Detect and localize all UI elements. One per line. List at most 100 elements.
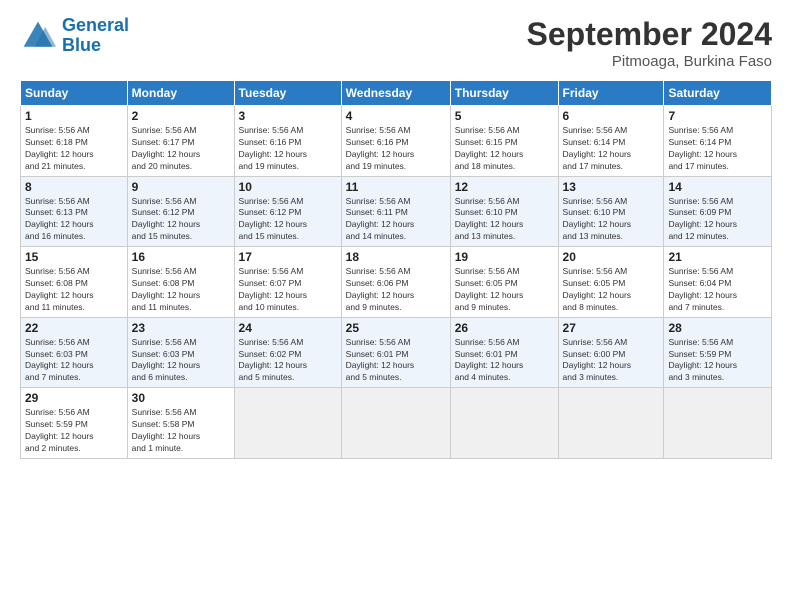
day-number: 13 xyxy=(563,180,660,194)
day-info: Sunrise: 5:56 AM Sunset: 6:02 PM Dayligh… xyxy=(239,337,337,385)
day-number: 21 xyxy=(668,250,767,264)
day-info: Sunrise: 5:56 AM Sunset: 6:03 PM Dayligh… xyxy=(25,337,123,385)
calendar-row: 29 Sunrise: 5:56 AM Sunset: 5:59 PM Dayl… xyxy=(21,388,772,459)
col-tuesday: Tuesday xyxy=(234,81,341,106)
day-info: Sunrise: 5:56 AM Sunset: 6:03 PM Dayligh… xyxy=(132,337,230,385)
table-row: 8 Sunrise: 5:56 AM Sunset: 6:13 PM Dayli… xyxy=(21,176,128,247)
day-number: 27 xyxy=(563,321,660,335)
day-info: Sunrise: 5:56 AM Sunset: 6:00 PM Dayligh… xyxy=(563,337,660,385)
table-row: 16 Sunrise: 5:56 AM Sunset: 6:08 PM Dayl… xyxy=(127,247,234,318)
table-row: 21 Sunrise: 5:56 AM Sunset: 6:04 PM Dayl… xyxy=(664,247,772,318)
day-info: Sunrise: 5:56 AM Sunset: 6:01 PM Dayligh… xyxy=(455,337,554,385)
table-row: 26 Sunrise: 5:56 AM Sunset: 6:01 PM Dayl… xyxy=(450,317,558,388)
day-number: 20 xyxy=(563,250,660,264)
day-info: Sunrise: 5:56 AM Sunset: 6:16 PM Dayligh… xyxy=(239,125,337,173)
table-row: 18 Sunrise: 5:56 AM Sunset: 6:06 PM Dayl… xyxy=(341,247,450,318)
day-number: 7 xyxy=(668,109,767,123)
table-row: 4 Sunrise: 5:56 AM Sunset: 6:16 PM Dayli… xyxy=(341,106,450,177)
table-row: 23 Sunrise: 5:56 AM Sunset: 6:03 PM Dayl… xyxy=(127,317,234,388)
calendar-row: 22 Sunrise: 5:56 AM Sunset: 6:03 PM Dayl… xyxy=(21,317,772,388)
table-row: 1 Sunrise: 5:56 AM Sunset: 6:18 PM Dayli… xyxy=(21,106,128,177)
day-info: Sunrise: 5:56 AM Sunset: 6:12 PM Dayligh… xyxy=(132,196,230,244)
day-number: 8 xyxy=(25,180,123,194)
day-number: 23 xyxy=(132,321,230,335)
calendar-header-row: Sunday Monday Tuesday Wednesday Thursday… xyxy=(21,81,772,106)
day-number: 25 xyxy=(346,321,446,335)
logo-icon xyxy=(20,18,56,54)
day-info: Sunrise: 5:56 AM Sunset: 6:13 PM Dayligh… xyxy=(25,196,123,244)
table-row: 10 Sunrise: 5:56 AM Sunset: 6:12 PM Dayl… xyxy=(234,176,341,247)
col-monday: Monday xyxy=(127,81,234,106)
table-row: 30 Sunrise: 5:56 AM Sunset: 5:58 PM Dayl… xyxy=(127,388,234,459)
table-row xyxy=(341,388,450,459)
table-row: 15 Sunrise: 5:56 AM Sunset: 6:08 PM Dayl… xyxy=(21,247,128,318)
table-row: 9 Sunrise: 5:56 AM Sunset: 6:12 PM Dayli… xyxy=(127,176,234,247)
table-row: 12 Sunrise: 5:56 AM Sunset: 6:10 PM Dayl… xyxy=(450,176,558,247)
day-info: Sunrise: 5:56 AM Sunset: 6:14 PM Dayligh… xyxy=(668,125,767,173)
table-row: 13 Sunrise: 5:56 AM Sunset: 6:10 PM Dayl… xyxy=(558,176,664,247)
table-row: 14 Sunrise: 5:56 AM Sunset: 6:09 PM Dayl… xyxy=(664,176,772,247)
day-info: Sunrise: 5:56 AM Sunset: 6:06 PM Dayligh… xyxy=(346,266,446,314)
day-number: 10 xyxy=(239,180,337,194)
col-sunday: Sunday xyxy=(21,81,128,106)
day-number: 26 xyxy=(455,321,554,335)
day-info: Sunrise: 5:56 AM Sunset: 6:10 PM Dayligh… xyxy=(563,196,660,244)
title-block: September 2024 Pitmoaga, Burkina Faso xyxy=(527,16,772,70)
calendar-row: 1 Sunrise: 5:56 AM Sunset: 6:18 PM Dayli… xyxy=(21,106,772,177)
day-info: Sunrise: 5:56 AM Sunset: 6:04 PM Dayligh… xyxy=(668,266,767,314)
table-row: 2 Sunrise: 5:56 AM Sunset: 6:17 PM Dayli… xyxy=(127,106,234,177)
col-saturday: Saturday xyxy=(664,81,772,106)
day-info: Sunrise: 5:56 AM Sunset: 6:08 PM Dayligh… xyxy=(132,266,230,314)
table-row xyxy=(664,388,772,459)
table-row xyxy=(234,388,341,459)
table-row xyxy=(558,388,664,459)
day-info: Sunrise: 5:56 AM Sunset: 6:16 PM Dayligh… xyxy=(346,125,446,173)
day-info: Sunrise: 5:56 AM Sunset: 6:15 PM Dayligh… xyxy=(455,125,554,173)
table-row: 6 Sunrise: 5:56 AM Sunset: 6:14 PM Dayli… xyxy=(558,106,664,177)
page: General Blue September 2024 Pitmoaga, Bu… xyxy=(0,0,792,612)
table-row: 27 Sunrise: 5:56 AM Sunset: 6:00 PM Dayl… xyxy=(558,317,664,388)
day-info: Sunrise: 5:56 AM Sunset: 5:58 PM Dayligh… xyxy=(132,407,230,455)
logo-text: General Blue xyxy=(62,16,129,56)
day-number: 24 xyxy=(239,321,337,335)
day-number: 18 xyxy=(346,250,446,264)
day-info: Sunrise: 5:56 AM Sunset: 6:11 PM Dayligh… xyxy=(346,196,446,244)
table-row: 29 Sunrise: 5:56 AM Sunset: 5:59 PM Dayl… xyxy=(21,388,128,459)
calendar: Sunday Monday Tuesday Wednesday Thursday… xyxy=(20,80,772,459)
day-number: 9 xyxy=(132,180,230,194)
calendar-row: 8 Sunrise: 5:56 AM Sunset: 6:13 PM Dayli… xyxy=(21,176,772,247)
day-number: 1 xyxy=(25,109,123,123)
table-row xyxy=(450,388,558,459)
day-info: Sunrise: 5:56 AM Sunset: 5:59 PM Dayligh… xyxy=(668,337,767,385)
day-number: 2 xyxy=(132,109,230,123)
day-info: Sunrise: 5:56 AM Sunset: 6:12 PM Dayligh… xyxy=(239,196,337,244)
col-wednesday: Wednesday xyxy=(341,81,450,106)
day-info: Sunrise: 5:56 AM Sunset: 6:05 PM Dayligh… xyxy=(563,266,660,314)
col-thursday: Thursday xyxy=(450,81,558,106)
header: General Blue September 2024 Pitmoaga, Bu… xyxy=(20,16,772,70)
day-info: Sunrise: 5:56 AM Sunset: 6:05 PM Dayligh… xyxy=(455,266,554,314)
table-row: 25 Sunrise: 5:56 AM Sunset: 6:01 PM Dayl… xyxy=(341,317,450,388)
day-info: Sunrise: 5:56 AM Sunset: 6:01 PM Dayligh… xyxy=(346,337,446,385)
day-number: 28 xyxy=(668,321,767,335)
day-number: 11 xyxy=(346,180,446,194)
day-info: Sunrise: 5:56 AM Sunset: 6:08 PM Dayligh… xyxy=(25,266,123,314)
table-row: 17 Sunrise: 5:56 AM Sunset: 6:07 PM Dayl… xyxy=(234,247,341,318)
day-info: Sunrise: 5:56 AM Sunset: 6:14 PM Dayligh… xyxy=(563,125,660,173)
logo-blue: Blue xyxy=(62,35,101,55)
col-friday: Friday xyxy=(558,81,664,106)
table-row: 5 Sunrise: 5:56 AM Sunset: 6:15 PM Dayli… xyxy=(450,106,558,177)
table-row: 19 Sunrise: 5:56 AM Sunset: 6:05 PM Dayl… xyxy=(450,247,558,318)
day-number: 22 xyxy=(25,321,123,335)
month-title: September 2024 xyxy=(527,16,772,53)
day-number: 14 xyxy=(668,180,767,194)
day-info: Sunrise: 5:56 AM Sunset: 6:10 PM Dayligh… xyxy=(455,196,554,244)
day-number: 19 xyxy=(455,250,554,264)
table-row: 20 Sunrise: 5:56 AM Sunset: 6:05 PM Dayl… xyxy=(558,247,664,318)
day-number: 17 xyxy=(239,250,337,264)
table-row: 22 Sunrise: 5:56 AM Sunset: 6:03 PM Dayl… xyxy=(21,317,128,388)
day-number: 4 xyxy=(346,109,446,123)
table-row: 11 Sunrise: 5:56 AM Sunset: 6:11 PM Dayl… xyxy=(341,176,450,247)
day-number: 29 xyxy=(25,391,123,405)
table-row: 24 Sunrise: 5:56 AM Sunset: 6:02 PM Dayl… xyxy=(234,317,341,388)
